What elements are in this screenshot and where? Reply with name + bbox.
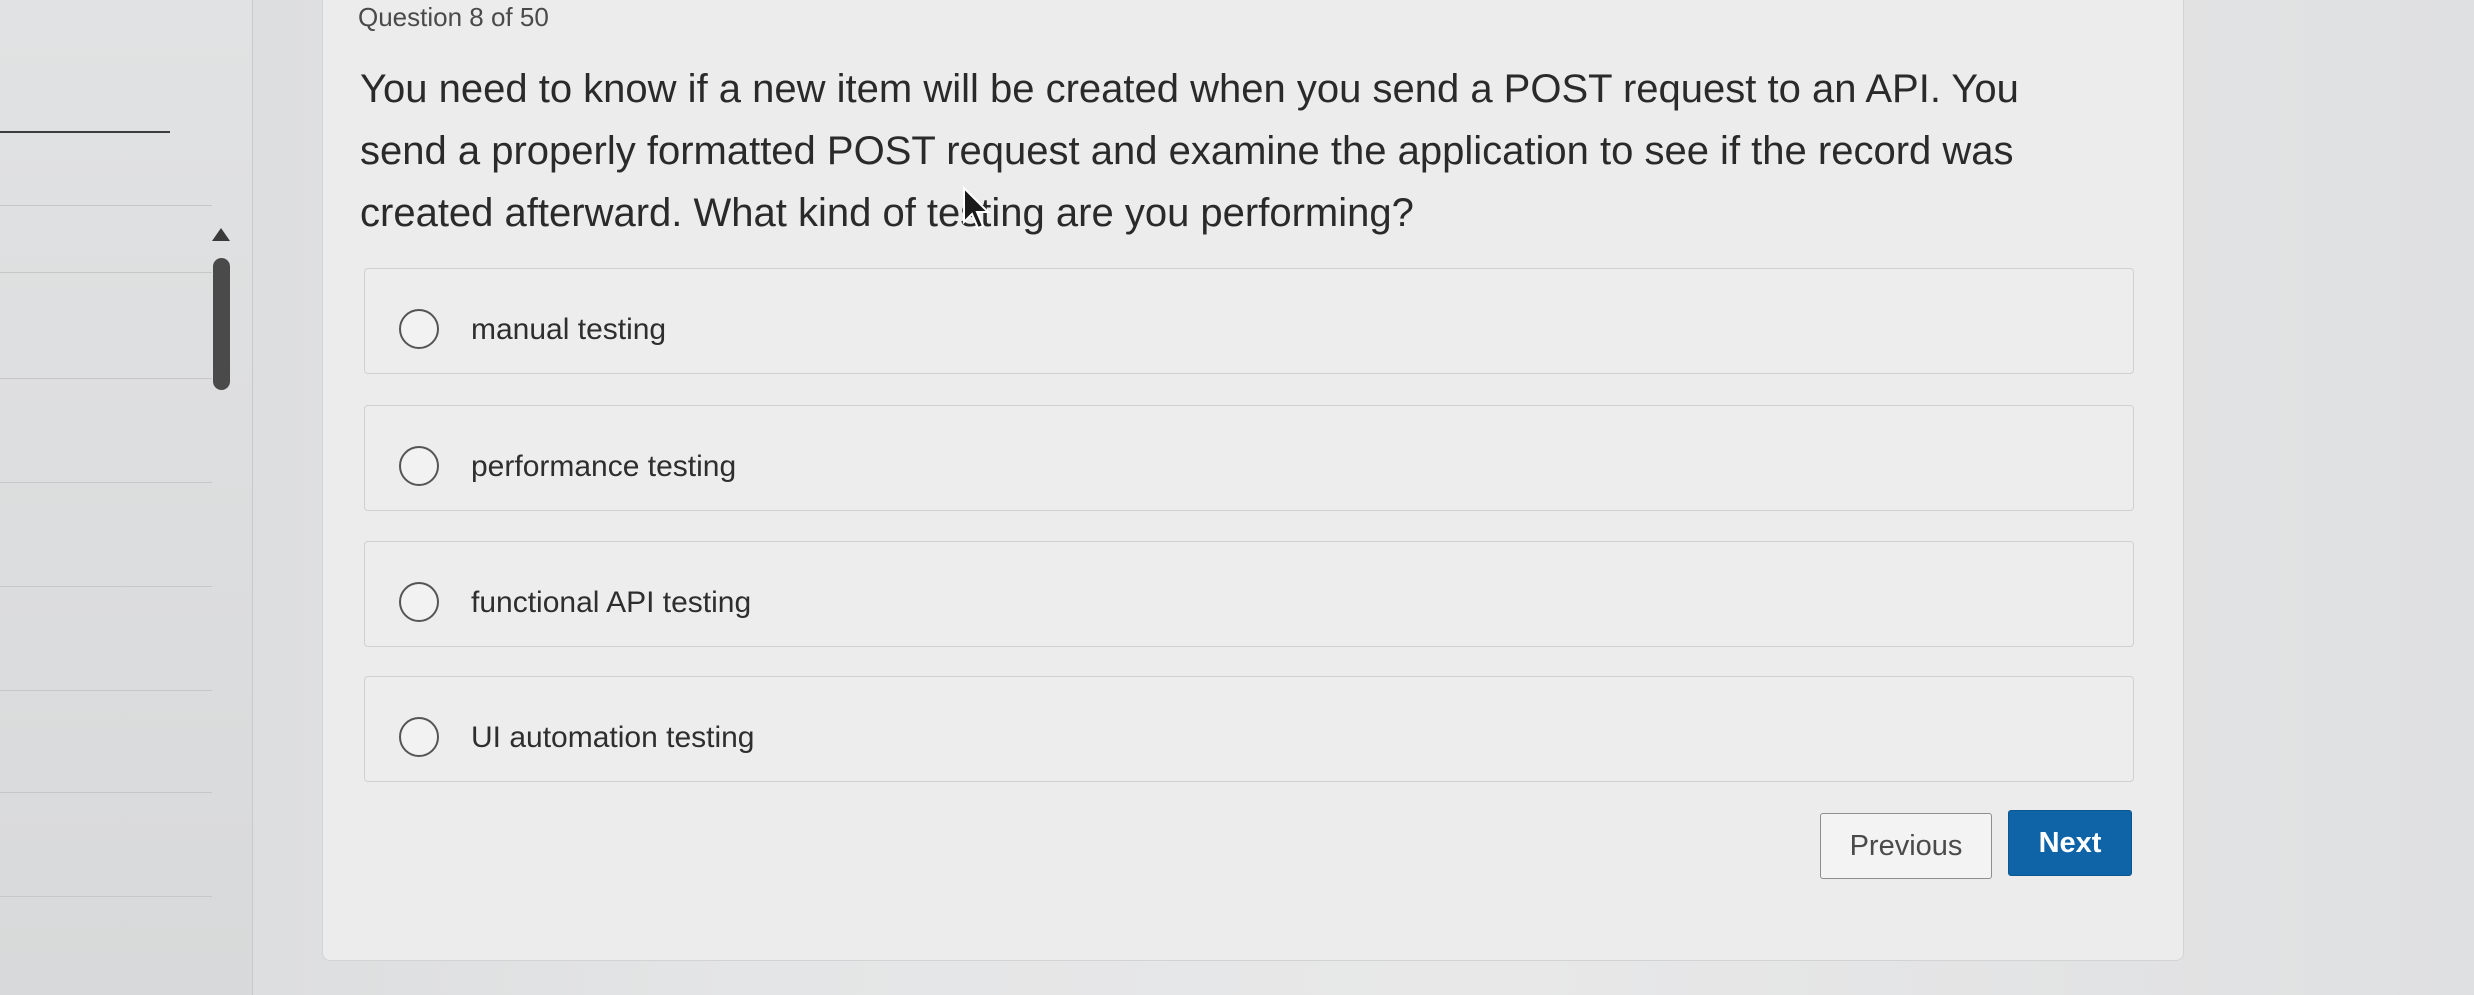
- previous-button[interactable]: Previous: [1820, 813, 1992, 879]
- answer-option-label: performance testing: [471, 450, 737, 483]
- sidebar-divider: [0, 896, 212, 897]
- sidebar-divider: [0, 792, 212, 793]
- sidebar-divider: [0, 586, 212, 587]
- mouse-cursor-icon: [963, 186, 991, 230]
- radio-button[interactable]: [399, 582, 439, 622]
- radio-button[interactable]: [399, 309, 439, 349]
- answer-option-3[interactable]: functional API testing: [364, 541, 2134, 647]
- answer-option-1[interactable]: manual testing: [364, 268, 2134, 374]
- sidebar-scrollbar-thumb[interactable]: [213, 258, 230, 390]
- question-list-sidebar: [0, 0, 253, 995]
- sidebar-divider: [0, 205, 212, 206]
- answer-option-label: functional API testing: [471, 586, 752, 619]
- sidebar-divider: [0, 131, 170, 133]
- next-button[interactable]: Next: [2008, 810, 2132, 876]
- sidebar-divider: [0, 272, 212, 273]
- answer-option-4[interactable]: UI automation testing: [364, 676, 2134, 782]
- radio-button[interactable]: [399, 717, 439, 757]
- sidebar-divider: [0, 690, 212, 691]
- sidebar-divider: [0, 378, 212, 379]
- answer-option-2[interactable]: performance testing: [364, 405, 2134, 511]
- scroll-up-arrow-icon[interactable]: [212, 228, 230, 241]
- radio-button[interactable]: [399, 446, 439, 486]
- question-text: You need to know if a new item will be c…: [360, 67, 2019, 235]
- question-counter: Question 8 of 50: [358, 2, 549, 32]
- answer-option-label: UI automation testing: [471, 721, 755, 754]
- sidebar-divider: [0, 482, 212, 483]
- answer-option-label: manual testing: [471, 313, 667, 346]
